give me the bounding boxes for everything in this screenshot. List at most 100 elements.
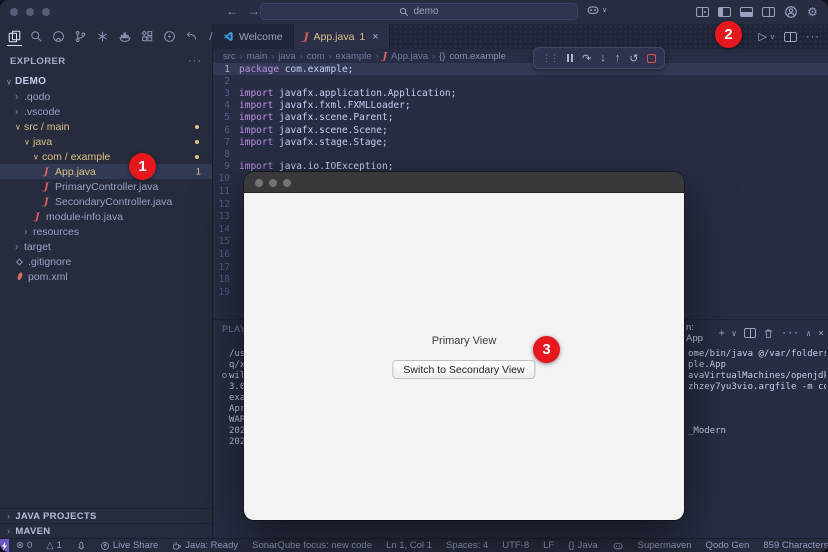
close-window-icon[interactable] [255,179,263,187]
explorer-item-module-info-java[interactable]: Jmodule-info.java [0,209,212,224]
breadcrumb-item[interactable]: example [336,51,372,62]
zoom-window-icon[interactable] [283,179,291,187]
switch-to-secondary-view-button[interactable]: Switch to Secondary View [392,360,535,379]
breadcrumb-item[interactable]: src [223,51,236,62]
activity-explorer-icon[interactable] [8,27,21,45]
step-into-icon[interactable]: ↓ [600,52,606,64]
split-editor-icon[interactable] [784,32,797,42]
debug-toolbar: ⋮⋮ ↷ ↓ ↑ ↺ [533,47,665,69]
account-icon[interactable] [783,4,798,19]
section-maven[interactable]: ›MAVEN [0,523,212,538]
status-errors[interactable]: ⊗0 [9,540,39,551]
explorer-item-primarycontroller-java[interactable]: JPrimaryController.java [0,179,212,194]
window-controls[interactable] [10,8,50,16]
panel-more-icon[interactable]: ··· [781,328,799,339]
javafx-window-controls[interactable] [255,179,291,187]
status-supermaven-status[interactable]: Supermaven [631,540,699,551]
history-back-icon[interactable]: ← [226,4,238,18]
run-java-button[interactable]: ▷ [758,30,766,43]
status-language-mode[interactable]: {}Java [561,540,604,551]
explorer-more-icon[interactable]: ··· [188,55,202,67]
explorer-item-pom-xml[interactable]: pom.xml [0,269,212,284]
tab-app-java[interactable]: J App.java 1 × [294,24,390,49]
status-rocket[interactable] [69,541,93,551]
status-qodo-gen[interactable]: Qodo Gen [699,540,757,551]
toggle-secondary-sidebar-icon[interactable] [761,4,776,19]
explorer-item-target[interactable]: ›target [0,239,212,254]
terminal-dropdown-icon[interactable]: ∨ [732,329,737,338]
breadcrumb-item[interactable]: java [278,51,295,62]
customize-layout-icon[interactable] [695,4,710,19]
restart-icon[interactable]: ↺ [629,52,638,65]
breadcrumb-symbol[interactable]: com.example [449,51,506,62]
status-live-share[interactable]: Live Share [93,540,165,551]
explorer-item-com-example[interactable]: ∨com / example [0,149,212,164]
stop-icon[interactable] [647,54,656,63]
status-eol[interactable]: LF [536,540,561,551]
minimize-window-icon[interactable] [26,8,34,16]
breadcrumb-file[interactable]: App.java [391,51,428,62]
activity-docker-icon[interactable] [118,27,132,45]
tab-welcome[interactable]: Welcome [213,24,294,49]
split-terminal-icon[interactable] [744,328,757,338]
close-panel-icon[interactable]: × [818,328,824,339]
vscode-logo-icon [223,31,234,42]
explorer-item--gitignore[interactable]: .gitignore [0,254,212,269]
settings-gear-icon[interactable]: ⚙ [805,4,820,19]
activity-github-icon[interactable] [52,27,65,45]
code-line: 4import javafx.fxml.FXMLLoader; [213,100,828,112]
breadcrumb-item[interactable]: main [247,51,268,62]
command-center-search[interactable]: demo [260,3,578,20]
breadcrumb-item[interactable]: com [307,51,325,62]
pause-icon[interactable] [567,54,573,62]
explorer-item--qodo[interactable]: ›.qodo [0,89,212,104]
activity-extensions-icon[interactable] [141,27,154,45]
history-forward-icon[interactable]: → [248,4,260,18]
maximize-panel-icon[interactable]: ∧ [806,329,811,338]
section-java-projects[interactable]: ›JAVA PROJECTS [0,508,212,523]
status-indentation[interactable]: Spaces: 4 [439,540,495,551]
status-warnings[interactable]: △1 [39,540,69,551]
status-copilot-status[interactable] [605,541,631,551]
editor-more-icon[interactable]: ··· [806,31,820,43]
activity-search-icon[interactable] [30,27,43,45]
close-tab-icon[interactable]: × [372,31,378,43]
explorer-item-app-java[interactable]: JApp.java1 [0,164,212,179]
docker-glyph [118,30,132,43]
explorer-item-java[interactable]: ∨java [0,134,212,149]
step-over-icon[interactable]: ↷ [582,52,591,65]
explorer-item-src-main[interactable]: ∨src / main [0,119,212,134]
explorer-item-resources[interactable]: ›resources [0,224,212,239]
activity-sonarlint-icon[interactable] [96,27,109,45]
errors-icon: ⊗ [16,540,24,551]
explorer-item-secondarycontroller-java[interactable]: JSecondaryController.java [0,194,212,209]
javafx-app-window[interactable]: Primary View Switch to Secondary View [244,172,684,520]
explorer-item-demo[interactable]: ∨DEMO [0,74,212,89]
status-sonarqube-focus[interactable]: SonarQube focus: new code [245,540,379,551]
live-share-icon [100,541,110,551]
maximize-window-icon[interactable] [42,8,50,16]
toggle-primary-sidebar-icon[interactable] [717,4,732,19]
panel-tab-fragment[interactable]: PLAY [222,324,246,334]
status-cursor-position[interactable]: Ln 1, Col 1 [379,540,439,551]
run-dropdown-icon[interactable]: ∨ [770,33,775,41]
explorer-item--vscode[interactable]: ›.vscode [0,104,212,119]
remote-indicator[interactable] [0,539,9,552]
status-char-count[interactable]: 859 Characters [756,540,828,551]
activity-debug-back-icon[interactable] [185,27,198,45]
javafx-titlebar[interactable] [244,172,684,193]
kill-terminal-icon[interactable] [763,328,774,339]
copilot-menu[interactable]: ∨ [586,4,607,16]
activity-thunder-client-icon[interactable] [163,27,176,45]
drag-handle-icon[interactable]: ⋮⋮ [542,53,558,64]
toggle-panel-icon[interactable] [739,4,754,19]
status-encoding[interactable]: UTF-8 [495,540,536,551]
new-terminal-icon[interactable]: + [719,328,725,339]
status-java-status[interactable]: Java: Ready [165,540,245,551]
minimize-window-icon[interactable] [269,179,277,187]
close-window-icon[interactable] [10,8,18,16]
terminal-name[interactable]: n: App [686,322,712,344]
step-out-icon[interactable]: ↑ [615,52,621,64]
explorer-glyph [8,30,21,43]
activity-source-control-icon[interactable] [74,27,87,45]
